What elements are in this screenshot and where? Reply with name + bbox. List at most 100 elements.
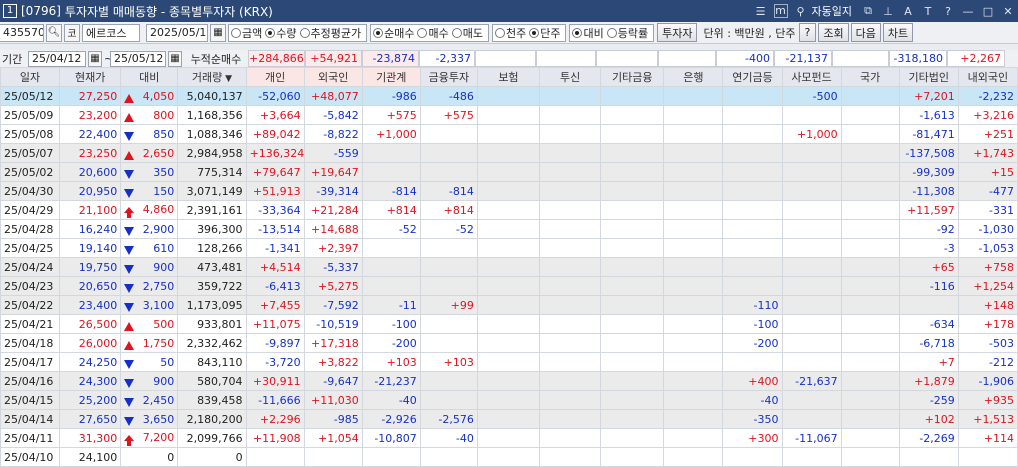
table-cell (957, 447, 1018, 467)
table-cell: +7,455 (245, 295, 305, 315)
date-input[interactable]: 2025/05/12 (146, 23, 208, 42)
table-cell (781, 295, 842, 315)
calendar-icon[interactable]: ▦ (210, 23, 226, 42)
help-icon[interactable]: ? (938, 5, 958, 18)
table-cell: 25/04/29 (0, 200, 61, 220)
table-row[interactable]: 25/04/18 26,000 1,750 2,332,462 -9,897 +17,31… (0, 333, 1018, 353)
trade-radio-sell[interactable]: 매도 (451, 25, 483, 41)
column-header[interactable]: 일자 (0, 67, 61, 87)
change-cell: 500 (120, 314, 179, 334)
column-header[interactable]: 개인 (245, 67, 305, 87)
next-button[interactable]: 다음 (850, 23, 881, 42)
table-cell (663, 447, 724, 467)
compare-radio-diff[interactable]: 대비 (572, 25, 604, 41)
help-button[interactable]: ? (798, 23, 817, 42)
font-size-icon[interactable]: A (898, 5, 918, 18)
table-cell: -7,592 (303, 295, 363, 315)
table-cell: -6,413 (245, 276, 305, 296)
calendar-from-icon[interactable]: ▦ (88, 50, 102, 67)
view-radio-avgprice[interactable]: 추정평균가 (299, 25, 361, 41)
column-header[interactable]: 거래량 ▼ (177, 67, 247, 87)
table-row[interactable]: 25/04/16 24,300 900 580,704 +30,911 -9,647 -21… (0, 371, 1018, 391)
view-radio-quantity[interactable]: 수량 (265, 25, 297, 41)
table-row[interactable]: 25/05/02 20,600 350 775,314 +79,647 +19,647 -9… (0, 162, 1018, 182)
close-icon[interactable]: ✕ (998, 5, 1018, 18)
font-type-icon[interactable]: T (918, 5, 938, 18)
table-cell: -503 (957, 333, 1018, 353)
column-header[interactable]: 금융투자 (419, 67, 478, 87)
table-row[interactable]: 25/04/11 31,300 7,200 2,099,766 +11,908 +1,05… (0, 428, 1018, 448)
table-row[interactable]: 25/05/09 23,200 800 1,168,356 +3,664 -5,842 +5… (0, 105, 1018, 125)
column-header[interactable]: 외국인 (303, 67, 363, 87)
chart-button[interactable]: 차트 (882, 23, 914, 42)
column-header[interactable]: 대비 (120, 67, 179, 87)
unit-radio-single[interactable]: 단주 (529, 25, 560, 41)
unit-radio-thousand[interactable]: 천주 (494, 25, 526, 41)
table-cell (539, 295, 602, 315)
table-row[interactable]: 25/05/08 22,400 850 1,088,346 +89,042 -8,822 +… (0, 124, 1018, 144)
investor-button[interactable]: 투자자 (657, 23, 698, 42)
table-row[interactable]: 25/04/24 19,750 900 473,481 +4,514 -5,337 +65 +… (0, 257, 1018, 277)
trade-radio-net[interactable]: 순매수 (373, 25, 414, 41)
table-row[interactable]: 25/04/21 26,500 500 933,801 +11,075 -10,519 -1… (0, 314, 1018, 334)
column-header[interactable]: 보험 (476, 67, 541, 87)
table-row[interactable]: 25/04/22 23,400 3,100 1,173,095 +7,455 -7,592… (0, 295, 1018, 315)
maximize-icon[interactable]: □ (978, 5, 998, 18)
table-cell: -52,060 (245, 86, 305, 106)
table-row[interactable]: 25/04/10 24,100 0 0 (0, 447, 1018, 467)
column-header[interactable]: 기타금융 (600, 67, 665, 87)
pin-icon[interactable]: ⊥ (878, 5, 898, 18)
column-header[interactable]: 현재가 (59, 67, 122, 87)
table-cell: +103 (419, 352, 478, 372)
period-to-input[interactable]: 25/05/12 (110, 50, 166, 67)
change-cell: 7,200 (120, 428, 179, 448)
link-icon[interactable]: ⚲ (791, 5, 811, 18)
m-icon[interactable]: m (773, 4, 788, 18)
column-header[interactable]: 연기금등 (722, 67, 783, 87)
table-row[interactable]: 25/04/14 27,650 3,650 2,180,200 +2,296 -985 -2… (0, 409, 1018, 429)
trade-radio-buy[interactable]: 매수 (417, 25, 449, 41)
table-row[interactable]: 25/04/25 19,140 610 128,266 -1,341 +2,397 -3 -1… (0, 238, 1018, 258)
table-cell: 26,500 (59, 314, 122, 334)
table-row[interactable]: 25/05/07 23,250 2,650 2,984,958 +136,324 -559… (0, 143, 1018, 163)
table-row[interactable]: 25/04/17 24,250 50 843,110 -3,720 +3,822 +103 +… (0, 352, 1018, 372)
column-header[interactable]: 국가 (840, 67, 900, 87)
cumulative-values: +284,866 +54,921 -23,874 -2,337 -400 -21,137 -… (248, 50, 1005, 67)
table-cell: +4,514 (245, 257, 305, 277)
window-split-icon[interactable]: ⧉ (858, 4, 878, 18)
table-row[interactable]: 25/04/30 20,950 150 3,071,149 +51,913 -39,314… (0, 181, 1018, 201)
sort-down-icon[interactable]: ▼ (222, 74, 232, 84)
minimize-icon[interactable]: — (958, 5, 978, 18)
table-row[interactable]: 25/05/12 27,250 4,050 5,040,137 -52,060 +48,0… (0, 86, 1018, 106)
autosync-label[interactable]: 자동일지 (812, 3, 852, 19)
column-header[interactable]: 사모펀드 (781, 67, 842, 87)
search-icon[interactable]: 🔍︎ (46, 23, 62, 42)
table-row[interactable]: 25/04/29 21,100 4,860 2,391,161 -33,364 +21,2… (0, 200, 1018, 220)
table-cell: +2,296 (245, 409, 305, 429)
table-row[interactable]: 25/04/28 16,240 2,900 396,300 -13,514 +14,688… (0, 219, 1018, 239)
table-cell (419, 371, 478, 391)
view-radio-amount[interactable]: 금액 (231, 25, 262, 41)
list-icon[interactable]: ☰ (751, 5, 771, 18)
table-cell (663, 314, 724, 334)
calendar-to-icon[interactable]: ▦ (168, 50, 182, 67)
table-cell: +400 (722, 371, 783, 391)
table-cell (539, 162, 602, 182)
compare-radio-rate[interactable]: 등락률 (606, 25, 648, 41)
period-from-input[interactable]: 25/04/12 (28, 50, 86, 67)
trade-radio-group: 순매수 매수 매도 (370, 23, 489, 42)
table-cell: -2,232 (957, 86, 1018, 106)
table-row[interactable]: 25/04/15 25,200 2,450 839,458 -11,666 +11,030… (0, 390, 1018, 410)
market-icon[interactable]: 코 (64, 23, 80, 42)
table-row[interactable]: 25/04/23 20,650 2,750 359,722 -6,413 +5,275 -1… (0, 276, 1018, 296)
column-header[interactable]: 기관계 (361, 67, 421, 87)
query-button[interactable]: 조회 (818, 23, 849, 42)
column-header[interactable]: 투신 (539, 67, 602, 87)
window-number-icon[interactable]: 1 (3, 4, 17, 18)
column-header[interactable]: 은행 (663, 67, 724, 87)
table-cell: +99 (419, 295, 478, 315)
column-header[interactable]: 내외국인 (957, 67, 1018, 87)
stock-code-input[interactable]: 435570 (0, 23, 44, 42)
table-cell: 26,000 (59, 333, 122, 353)
column-header[interactable]: 기타법인 (898, 67, 959, 87)
